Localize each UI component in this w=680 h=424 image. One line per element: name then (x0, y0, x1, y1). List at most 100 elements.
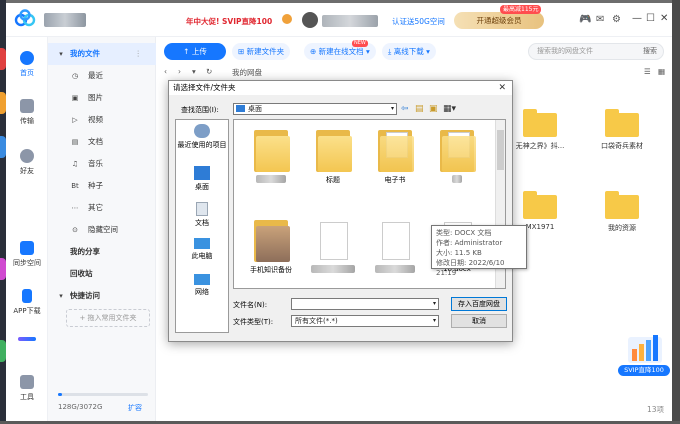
place-this-pc[interactable]: 此电脑 (176, 238, 228, 261)
forward-icon[interactable]: › (178, 67, 181, 76)
piggy-icon[interactable] (282, 14, 292, 24)
dialog-folder-item[interactable] (242, 128, 300, 183)
view-mode-icon[interactable]: ▦ (658, 67, 665, 76)
nav-label: 文档 (88, 137, 103, 146)
expand-storage-link[interactable]: 扩容 (128, 403, 142, 413)
look-in-select[interactable]: 桌面 ▾ (233, 103, 397, 115)
friends-icon (20, 149, 34, 163)
place-recent[interactable]: 最近使用的项目 (176, 124, 228, 150)
desktop-edge-right (672, 0, 680, 424)
place-network[interactable]: 网络 (176, 274, 228, 297)
app-rail: 首页 传输 好友 同步空间 APP下载 工具 (6, 37, 48, 421)
tooltip-author: 作者: Administrator (436, 239, 503, 247)
nav-torrents[interactable]: Bt 种子 (48, 175, 156, 197)
filename-input[interactable]: ▾ (291, 298, 439, 310)
search-input[interactable]: 搜索我的网盘文件 搜索 (528, 43, 664, 60)
nav-other[interactable]: ⋯ 其它 (48, 197, 156, 219)
top-bar: 年中大促! SVIP直降100 认证送50G空间 开通超级会员 最高减115元 … (6, 3, 672, 37)
dialog-file-item[interactable] (304, 218, 362, 273)
refresh-icon[interactable]: ↻ (206, 67, 212, 76)
breadcrumb[interactable]: 我的网盘 (232, 67, 262, 78)
bt-icon: Bt (71, 182, 79, 190)
nav-images[interactable]: ▣ 图片 (48, 87, 156, 109)
nav-docs[interactable]: ▤ 文档 (48, 131, 156, 153)
rail-transfer[interactable]: 传输 (6, 99, 48, 126)
avatar[interactable] (302, 12, 318, 28)
account-name-redacted[interactable] (322, 15, 378, 27)
dialog-folder-item[interactable] (428, 128, 486, 183)
sort-icon[interactable]: ☰ (644, 67, 651, 76)
open-vip-button[interactable]: 开通超级会员 (454, 12, 544, 29)
view-menu-icon[interactable]: ▦▾ (443, 103, 456, 115)
up-folder-icon[interactable]: ▤ (415, 103, 424, 115)
maximize-icon[interactable]: ☐ (646, 13, 655, 24)
folder-icon (438, 128, 476, 172)
file-name: 标题 (326, 176, 340, 184)
rail-tools[interactable]: 工具 (6, 375, 48, 402)
nav-my-share[interactable]: 我的分享 (48, 241, 156, 263)
add-quick-access-button[interactable]: + 拖入常用文件夹 (66, 309, 150, 327)
documents-icon (196, 202, 208, 216)
new-folder-icon[interactable]: ▣ (429, 103, 438, 115)
filetype-select[interactable]: 所有文件(*.*) ▾ (291, 315, 439, 327)
folder-icon (252, 218, 290, 262)
phone-icon (22, 289, 32, 303)
nav-recent[interactable]: ◷ 最近 (48, 65, 156, 87)
close-icon[interactable]: ✕ (498, 81, 506, 95)
certify-link[interactable]: 认证送50G空间 (392, 16, 445, 27)
nav-label: 我的分享 (70, 247, 100, 256)
nav-label: 图片 (88, 93, 103, 102)
place-label: 最近使用的项目 (177, 141, 227, 149)
svip-promo-float[interactable]: SVIP直降100 (618, 327, 670, 379)
filetype-value: 所有文件(*.*) (295, 317, 338, 325)
rail-extra[interactable] (6, 337, 48, 344)
sync-icon (20, 241, 34, 255)
rail-home[interactable]: 首页 (6, 51, 48, 78)
tooltip-date: 修改日期: 2022/6/10 21:19 (436, 259, 505, 277)
back-icon[interactable]: ‹ (164, 67, 167, 76)
mail-icon[interactable]: ✉ (596, 15, 604, 25)
upload-label: 上传 (191, 47, 207, 56)
place-documents[interactable]: 文档 (176, 202, 228, 228)
folder-item[interactable]: 口袋奇兵素材 (592, 109, 652, 151)
rail-friends[interactable]: 好友 (6, 149, 48, 176)
cancel-button[interactable]: 取消 (451, 314, 507, 328)
rail-sync-space[interactable]: 同步空间 (6, 241, 48, 268)
search-button[interactable]: 搜索 (643, 44, 657, 59)
dialog-folder-item[interactable]: 电子书 (366, 128, 424, 185)
nav-quick-access[interactable]: ▾ 快捷访问 (48, 285, 156, 307)
gamepad-icon[interactable]: 🎮 (579, 15, 591, 25)
desktop-icon (194, 166, 210, 180)
scrollbar-thumb[interactable] (497, 130, 504, 170)
storage-quota-bar (58, 393, 148, 396)
minimize-icon[interactable]: — (632, 13, 642, 24)
more-icon[interactable]: ⋮ (135, 43, 143, 65)
save-to-netdisk-button[interactable]: 存入百度网盘 (451, 297, 507, 311)
dialog-folder-item[interactable]: 标题 (304, 128, 362, 185)
back-arrow-icon[interactable]: ⇦ (401, 103, 409, 115)
dialog-file-item[interactable] (366, 218, 424, 273)
new-folder-button[interactable]: ⊞ 新建文件夹 (232, 43, 291, 60)
promo-link[interactable]: 年中大促! SVIP直降100 (186, 16, 272, 27)
rail-app-download[interactable]: APP下载 (6, 289, 48, 316)
rail-label: APP下载 (13, 307, 41, 315)
folder-item[interactable]: 我的资源 (592, 191, 652, 233)
place-desktop[interactable]: 桌面 (176, 166, 228, 192)
nav-videos[interactable]: ▷ 视频 (48, 109, 156, 131)
offline-download-button[interactable]: ⤓ 离线下载 ▾ (382, 43, 436, 60)
tooltip-size: 大小: 11.5 KB (436, 249, 482, 257)
svip-chart-icon (628, 335, 662, 363)
nav-label: 最近 (88, 71, 103, 80)
nav-recycle-bin[interactable]: 回收站 (48, 263, 156, 285)
dropdown-icon[interactable]: ▾ (192, 67, 196, 76)
nav-my-files[interactable]: ▾ 我的文件 ⋮ (48, 43, 156, 65)
close-icon[interactable]: ✕ (660, 13, 668, 24)
place-label: 桌面 (195, 183, 209, 191)
chevron-down-icon[interactable]: ▾ (433, 299, 436, 309)
upload-button[interactable]: ↑ 上传 (164, 43, 226, 60)
settings-icon[interactable]: ⚙ (612, 15, 621, 25)
folder-item[interactable]: 无神之界》抖... (510, 109, 570, 151)
nav-hidden-space[interactable]: ⊙ 隐藏空间 (48, 219, 156, 241)
nav-music[interactable]: ♫ 音乐 (48, 153, 156, 175)
dialog-folder-item[interactable]: 手机知识备份 (242, 218, 300, 275)
